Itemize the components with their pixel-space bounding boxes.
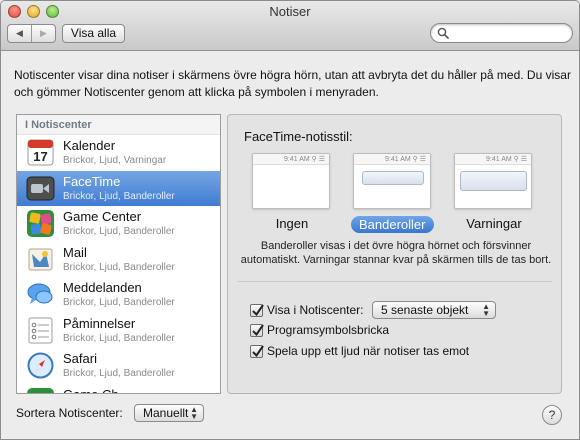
style-option-alerts[interactable]: 9:41 AM ⚲ ☰ Varningar — [454, 153, 534, 231]
popup-arrows-icon: ▲ ▼ — [482, 302, 490, 318]
preview-menubar: 9:41 AM ⚲ ☰ — [354, 154, 430, 165]
style-option-banners[interactable]: 9:41 AM ⚲ ☰ Banderoller — [351, 153, 434, 233]
app-alert-summary: Brickor, Ljud, Varningar — [63, 155, 167, 166]
app-alert-summary: Brickor, Ljud, Banderoller — [63, 226, 175, 237]
sound-label: Spela upp ett ljud när notiser tas emot — [267, 344, 470, 358]
app-name: FaceTime — [63, 173, 121, 189]
game-center-icon — [27, 387, 54, 393]
preview-menubar: 9:41 AM ⚲ ☰ — [455, 154, 531, 165]
style-option-none[interactable]: 9:41 AM ⚲ ☰ Ingen — [252, 153, 332, 231]
nav-segmented-control: ◀ ▶ — [7, 24, 56, 43]
style-preview-banners[interactable]: 9:41 AM ⚲ ☰ — [353, 153, 431, 209]
app-list[interactable]: I Notiscenter 17 Kalender Brickor, Ljud,… — [16, 114, 221, 394]
app-name: Påminnelser — [63, 315, 136, 331]
app-list-header: I Notiscenter — [17, 115, 220, 135]
app-list-item-meddelanden[interactable]: Meddelanden Brickor, Ljud, Banderoller — [17, 277, 220, 313]
app-name: Safari — [63, 351, 97, 366]
panel-title: FaceTime-notisstil: — [244, 129, 353, 144]
notifications-window: Notiser ◀ ▶ Visa alla Notiscenter visar … — [0, 0, 580, 440]
show-in-nc-row: Visa i Notiscenter: — [250, 303, 364, 317]
style-label-alerts[interactable]: Varningar — [454, 216, 534, 231]
back-button[interactable]: ◀ — [8, 25, 31, 42]
calendar-day: 17 — [33, 149, 47, 164]
style-preview-alerts[interactable]: 9:41 AM ⚲ ☰ — [454, 153, 532, 209]
safari-icon — [27, 352, 54, 379]
style-label-none[interactable]: Ingen — [252, 216, 332, 231]
app-list-item-partial[interactable]: Game Ch… — [17, 384, 220, 394]
app-list-item-paminnelser[interactable]: Påminnelser Brickor, Ljud, Banderoller — [17, 313, 220, 349]
checkmark-icon — [252, 323, 264, 336]
forward-button[interactable]: ▶ — [31, 25, 55, 42]
search-icon — [437, 27, 449, 39]
style-label-banners[interactable]: Banderoller — [351, 216, 434, 233]
panel-divider — [238, 281, 552, 282]
show-in-nc-label: Visa i Notiscenter: — [267, 303, 364, 317]
preview-alert-shape — [460, 171, 527, 191]
badge-row: Programsymbolsbricka — [250, 323, 389, 337]
app-alert-summary: Brickor, Ljud, Banderoller — [63, 190, 175, 202]
mail-icon — [28, 248, 53, 270]
checkmark-icon — [252, 303, 264, 316]
intro-description: Notiscenter visar dina notiser i skärmen… — [14, 68, 571, 99]
sort-value: Manuellt — [143, 406, 189, 420]
sound-row: Spela upp ett ljud när notiser tas emot — [250, 344, 469, 358]
sort-popup[interactable]: Manuellt ▲ ▼ — [134, 404, 204, 422]
app-list-item-game-center[interactable]: Game Center Brickor, Ljud, Banderoller — [17, 206, 220, 242]
app-alert-summary: Brickor, Ljud, Banderoller — [63, 368, 175, 379]
style-preview-none[interactable]: 9:41 AM ⚲ ☰ — [252, 153, 330, 209]
window-title: Notiser — [269, 4, 311, 19]
show-in-nc-checkbox[interactable] — [250, 303, 264, 317]
badge-checkbox[interactable] — [250, 323, 264, 337]
reminders-icon — [28, 317, 53, 343]
calendar-icon: 17 — [27, 139, 54, 166]
app-name: Kalender — [63, 138, 116, 153]
show-all-button[interactable]: Visa alla — [62, 24, 125, 43]
badge-label: Programsymbolsbricka — [267, 323, 390, 337]
search-input[interactable] — [430, 23, 573, 43]
recent-items-popup[interactable]: 5 senaste objekt ▲ ▼ — [372, 301, 496, 319]
app-alert-summary: Brickor, Ljud, Banderoller — [63, 332, 175, 344]
title-bar: Notiser ◀ ▶ Visa alla — [1, 1, 579, 51]
app-list-item-facetime[interactable]: FaceTime Brickor, Ljud, Banderoller — [17, 170, 220, 206]
notification-style-panel: FaceTime-notisstil: 9:41 AM ⚲ ☰ Ingen 9:… — [227, 114, 562, 394]
help-button[interactable]: ? — [542, 405, 562, 425]
app-name: Game Center — [63, 209, 142, 224]
style-description: Banderoller visas i det övre högra hörne… — [240, 240, 552, 266]
game-center-icon — [27, 210, 54, 237]
sort-label: Sortera Notiscenter: — [16, 406, 123, 420]
app-alert-summary: Brickor, Ljud, Banderoller — [63, 261, 175, 273]
recent-items-value: 5 senaste objekt — [381, 303, 469, 317]
facetime-icon — [26, 176, 55, 200]
checkmark-icon — [252, 344, 264, 357]
app-list-item-mail[interactable]: Mail Brickor, Ljud, Banderoller — [17, 242, 220, 278]
app-list-item-kalender[interactable]: 17 Kalender Brickor, Ljud, Varningar — [17, 135, 220, 171]
app-name: Meddelanden — [63, 280, 142, 295]
popup-arrows-icon: ▲ ▼ — [190, 405, 198, 421]
app-list-item-safari[interactable]: Safari Brickor, Ljud, Banderoller — [17, 348, 220, 384]
sound-checkbox[interactable] — [250, 344, 264, 358]
app-name: Game Ch… — [63, 386, 132, 394]
preview-menubar: 9:41 AM ⚲ ☰ — [253, 154, 329, 165]
messages-icon — [27, 283, 53, 304]
preview-banner-shape — [362, 171, 424, 185]
app-alert-summary: Brickor, Ljud, Banderoller — [63, 297, 175, 308]
app-name: Mail — [63, 244, 87, 260]
